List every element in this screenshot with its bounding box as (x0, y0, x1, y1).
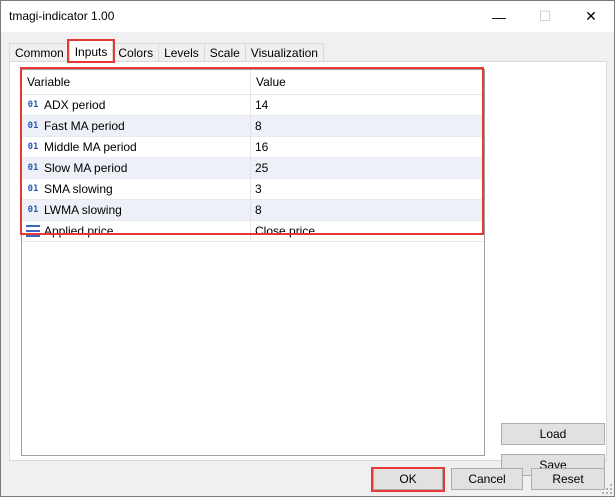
load-button[interactable]: Load (501, 423, 605, 445)
variable-name: SMA slowing (44, 182, 113, 196)
tab-visualization[interactable]: Visualization (244, 43, 324, 62)
enum-list-icon (26, 225, 40, 237)
int-icon: 01 (27, 205, 39, 215)
table-row[interactable]: 01 Fast MA period 8 (22, 116, 484, 137)
header-value[interactable]: Value (251, 70, 484, 94)
variable-cell: 01 Fast MA period (22, 116, 251, 136)
close-icon: ✕ (585, 8, 597, 24)
variable-cell: 01 Slow MA period (22, 158, 251, 178)
maximize-button: ☐ (522, 1, 568, 32)
table-row[interactable]: Applied price Close price (22, 221, 484, 242)
resize-grip-icon[interactable] (602, 484, 612, 494)
variable-cell: 01 ADX period (22, 95, 251, 115)
tab-label: Levels (164, 46, 199, 60)
variable-name: ADX period (44, 98, 106, 112)
table-row[interactable]: 01 Slow MA period 25 (22, 158, 484, 179)
value-cell[interactable]: 8 (251, 200, 484, 220)
inputs-grid: Variable Value 01 ADX period 14 01 Fast MA… (21, 69, 485, 456)
tab-levels[interactable]: Levels (158, 43, 205, 62)
int-icon: 01 (27, 163, 39, 173)
minimize-icon: — (492, 8, 506, 25)
variable-name: Applied price (44, 224, 114, 238)
variable-cell: 01 Middle MA period (22, 137, 251, 157)
variable-name: LWMA slowing (44, 203, 122, 217)
ok-button[interactable]: OK (373, 468, 443, 490)
tab-label: Common (15, 46, 64, 60)
value-cell[interactable]: Close price (251, 221, 484, 241)
tab-scale[interactable]: Scale (203, 43, 246, 62)
tab-label: Inputs (74, 44, 108, 59)
int-icon: 01 (27, 100, 39, 110)
value-cell[interactable]: 8 (251, 116, 484, 136)
table-row[interactable]: 01 LWMA slowing 8 (22, 200, 484, 221)
value-cell[interactable]: 3 (251, 179, 484, 199)
value-cell[interactable]: 25 (251, 158, 484, 178)
table-row[interactable]: 01 ADX period 14 (22, 95, 484, 116)
variable-name: Fast MA period (44, 119, 125, 133)
tab-colors[interactable]: Colors (112, 43, 160, 62)
int-icon: 01 (27, 184, 39, 194)
tab-inputs[interactable]: Inputs (66, 39, 116, 63)
variable-name: Middle MA period (44, 140, 137, 154)
grid-header: Variable Value (22, 70, 484, 95)
header-variable[interactable]: Variable (22, 70, 251, 94)
tab-label: Scale (209, 46, 240, 60)
dialog-window: tmagi-indicator 1.00 — ☐ ✕ Common Inputs… (0, 0, 615, 497)
maximize-icon: ☐ (538, 8, 552, 24)
value-cell[interactable]: 14 (251, 95, 484, 115)
variable-cell: 01 LWMA slowing (22, 200, 251, 220)
table-row[interactable]: 01 SMA slowing 3 (22, 179, 484, 200)
close-button[interactable]: ✕ (568, 1, 614, 32)
variable-cell: Applied price (22, 221, 251, 241)
reset-button[interactable]: Reset (531, 468, 605, 490)
window-title: tmagi-indicator 1.00 (9, 9, 115, 23)
grid-rows: 01 ADX period 14 01 Fast MA period 8 01 Mid… (22, 95, 484, 242)
dialog-body: Common Inputs Colors Levels Scale Visual… (1, 32, 614, 496)
minimize-button[interactable]: — (476, 1, 522, 32)
cancel-button[interactable]: Cancel (451, 468, 523, 490)
tab-strip: Common Inputs Colors Levels Scale Visual… (9, 39, 324, 63)
tab-label: Visualization (250, 46, 318, 60)
int-icon: 01 (27, 142, 39, 152)
int-icon: 01 (27, 121, 39, 131)
value-cell[interactable]: 16 (251, 137, 484, 157)
variable-cell: 01 SMA slowing (22, 179, 251, 199)
inputs-panel: Variable Value 01 ADX period 14 01 Fast MA… (9, 61, 607, 476)
tab-common[interactable]: Common (9, 43, 70, 62)
title-bar: tmagi-indicator 1.00 — ☐ ✕ (1, 1, 614, 32)
tab-label: Colors (118, 46, 154, 60)
table-row[interactable]: 01 Middle MA period 16 (22, 137, 484, 158)
variable-name: Slow MA period (44, 161, 128, 175)
